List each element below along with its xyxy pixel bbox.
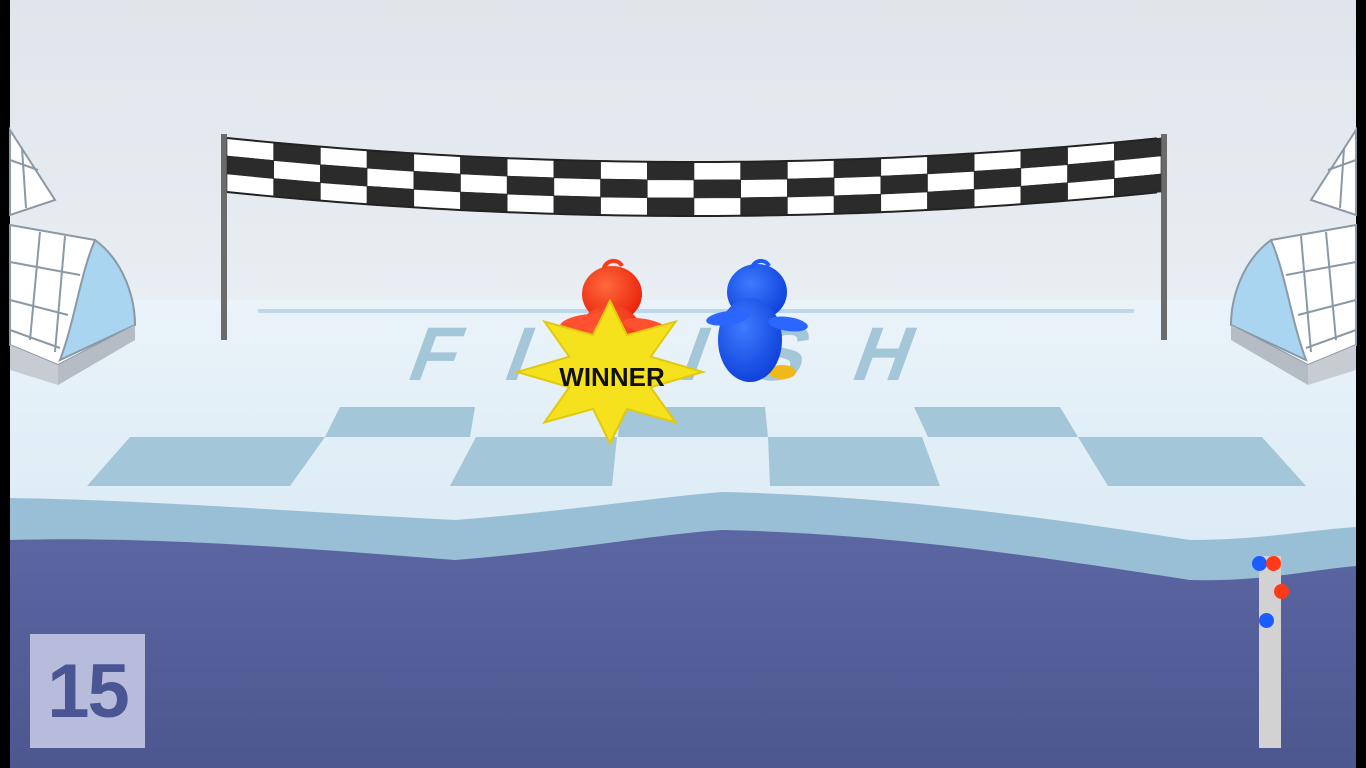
banner-check [600, 160, 648, 181]
banner-check [506, 157, 555, 179]
banner-check [787, 195, 835, 216]
banner-check [600, 196, 648, 217]
finish-floor-text: FINISH [398, 311, 978, 396]
banner-check [833, 175, 882, 197]
race-scene: FINISH WINNER [0, 0, 1366, 768]
winner-starburst: WINNER [513, 298, 707, 446]
banner-check [740, 178, 788, 199]
banner-check [787, 159, 835, 180]
progress-dot-red-opponent [1274, 584, 1289, 599]
progress-dot-blue-opponent [1259, 613, 1274, 628]
progress-dot-blue-player [1252, 556, 1267, 571]
banner-check [927, 171, 975, 193]
winner-label: WINNER [559, 362, 665, 392]
banner-check [506, 175, 555, 197]
banner-check [553, 195, 601, 216]
banner-check [693, 179, 742, 199]
banner-check [693, 197, 742, 217]
banner-check [740, 160, 788, 181]
banner-check [740, 196, 788, 217]
progress-dot-red-player [1266, 556, 1281, 571]
banner-check [460, 173, 508, 195]
banner-pole-right [1161, 134, 1167, 340]
banner-check [880, 191, 928, 213]
game-canvas[interactable]: FINISH WINNER 15 [0, 0, 1366, 768]
banner-check [833, 193, 882, 215]
banner-check [553, 177, 601, 198]
banner-check [787, 177, 835, 198]
score-box: 15 [30, 634, 145, 748]
banner-check [600, 178, 648, 199]
banner-check [693, 161, 742, 181]
banner-check [973, 167, 1022, 190]
banner-check [646, 179, 695, 199]
banner-check [460, 155, 508, 177]
banner-check [506, 193, 555, 215]
banner-check [553, 159, 601, 180]
banner-pole-left [221, 134, 227, 340]
race-progress-track [1252, 556, 1289, 748]
banner-check [413, 171, 461, 193]
banner-check [646, 197, 695, 217]
banner-check [833, 157, 882, 179]
banner-check [880, 155, 928, 177]
banner-check [366, 167, 415, 190]
banner-check [880, 173, 928, 195]
banner-check [646, 161, 695, 181]
score-counter: 15 [47, 648, 130, 734]
banner-check [460, 191, 508, 213]
